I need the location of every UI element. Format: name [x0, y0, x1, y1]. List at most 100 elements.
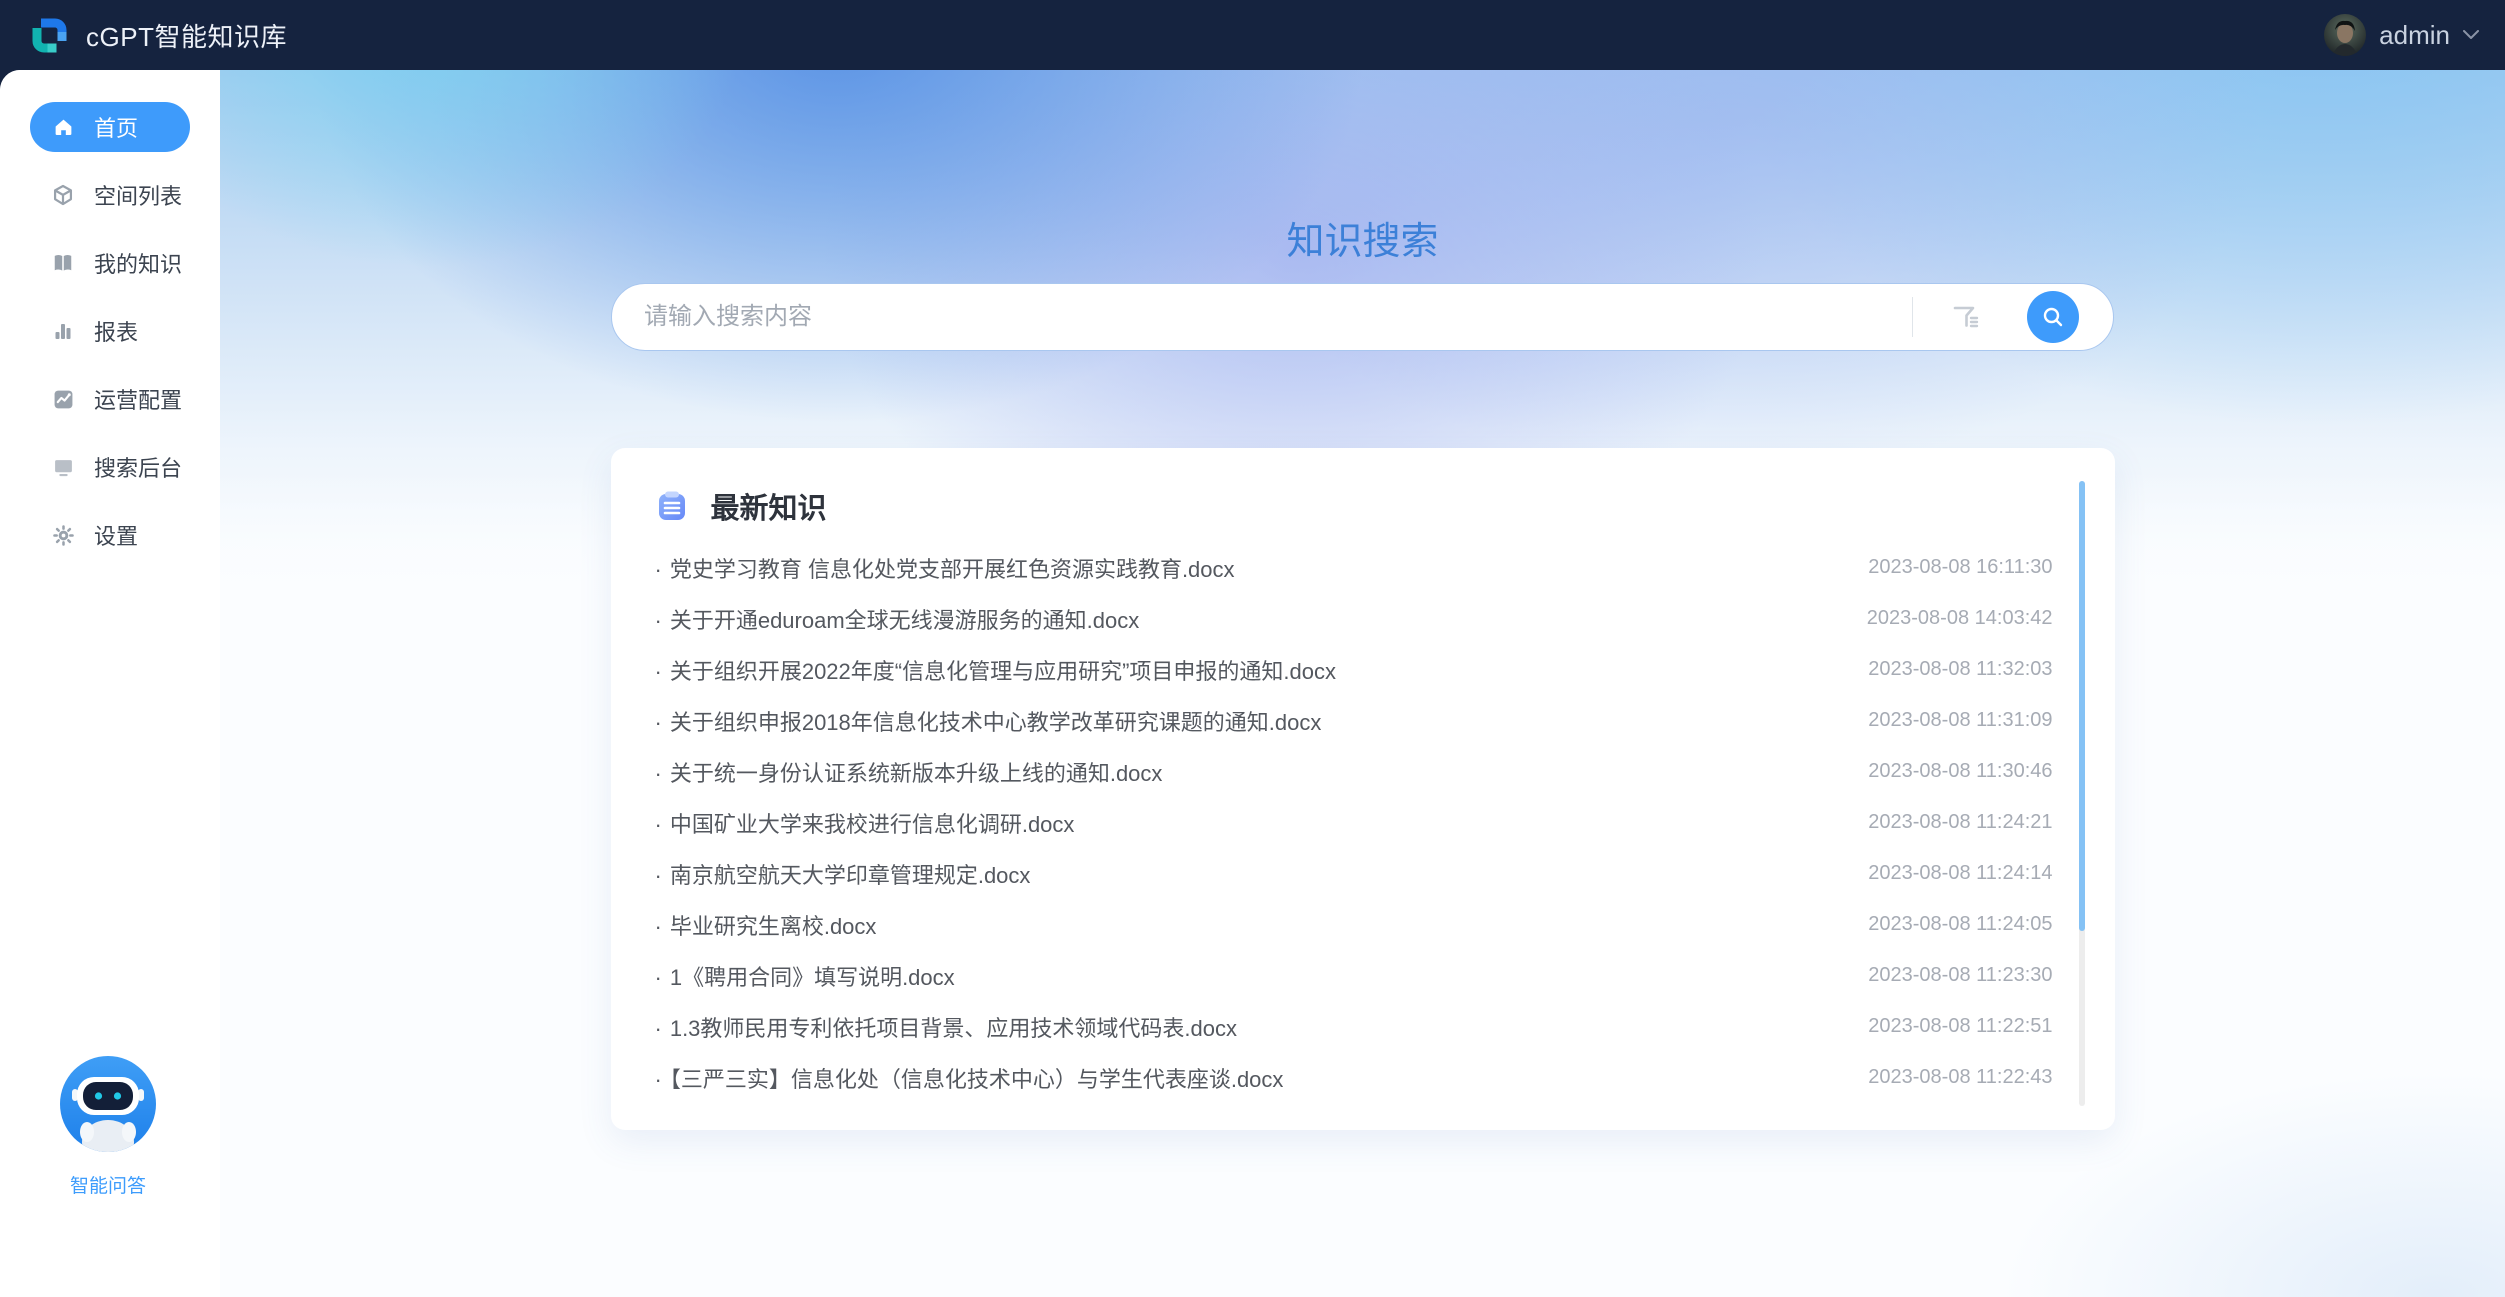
document-name: 党史学习教育 信息化处党支部开展红色资源实践教育.docx [670, 557, 1235, 582]
document-link[interactable]: ·关于组织申报2018年信息化技术中心教学改革研究课题的通知.docx [655, 705, 1322, 737]
list-item[interactable]: · 中国矿业大学来我校进行信息化调研.docx 2023-08-08 11:24:… [655, 797, 2059, 848]
document-link[interactable]: · 关于统一身份认证系统新版本升级上线的通知.docx [655, 756, 1163, 788]
list-item[interactable]: · 关于统一身份认证系统新版本升级上线的通知.docx 2023-08-08 11… [655, 746, 2059, 797]
list-bullet: · [655, 659, 662, 684]
document-name: 关于组织开展2022年度“信息化管理与应用研究”项目申报的通知.docx [670, 659, 1336, 684]
app-body: 首页 空间列表 我的知识 [0, 70, 2505, 1297]
gear-icon [52, 524, 74, 546]
list-bullet: · [655, 557, 662, 582]
filter-icon [1951, 304, 1981, 330]
document-name: 毕业研究生离校.docx [670, 914, 877, 939]
robot-icon [60, 1056, 156, 1152]
top-bar: cGPT智能知识库 admin [0, 0, 2505, 70]
search-button[interactable] [2027, 291, 2079, 343]
list-bullet: · [655, 1016, 662, 1041]
document-timestamp: 2023-08-08 11:31:09 [1868, 709, 2052, 732]
sidebar-item-label: 运营配置 [94, 383, 182, 415]
sidebar-item-label: 我的知识 [94, 247, 182, 279]
document-timestamp: 2023-08-08 11:24:21 [1868, 811, 2052, 834]
document-name: 中国矿业大学来我校进行信息化调研.docx [670, 812, 1075, 837]
search-divider [1912, 297, 1913, 337]
brand: cGPT智能知识库 [28, 14, 287, 56]
sidebar-item-home[interactable]: 首页 [30, 102, 190, 152]
list-bullet: · [655, 608, 662, 633]
main-content: 知识搜索 [220, 70, 2505, 1297]
latest-knowledge-card: 最新知识 · 党史学习教育 信息化处党支部开展红色资源实践教育.docx 2023… [611, 448, 2115, 1130]
list-bullet: · [655, 863, 662, 888]
document-timestamp: 2023-08-08 11:24:14 [1868, 862, 2052, 885]
sidebar-item-my-knowledge[interactable]: 我的知识 [30, 238, 190, 288]
bar-chart-icon [52, 320, 74, 342]
list-bullet: · [655, 965, 662, 990]
list-item[interactable]: ·毕业研究生离校.docx 2023-08-08 11:24:05 [655, 899, 2059, 950]
document-timestamp: 2023-08-08 16:11:30 [1868, 556, 2052, 579]
sidebar-item-label: 设置 [94, 519, 138, 551]
monitor-icon [52, 456, 74, 478]
document-name: 1《聘用合同》填写说明.docx [670, 965, 955, 990]
line-chart-icon [52, 388, 74, 410]
chevron-down-icon[interactable] [2463, 30, 2479, 40]
card-header: 最新知识 [655, 488, 2059, 524]
list-item[interactable]: · 南京航空航天大学印章管理规定.docx 2023-08-08 11:24:14 [655, 848, 2059, 899]
list-item[interactable]: ·【三严三实】信息化处（信息化技术中心）与学生代表座谈.docx 2023-08… [655, 1052, 2059, 1103]
home-icon [52, 116, 74, 138]
document-timestamp: 2023-08-08 11:22:43 [1868, 1066, 2052, 1089]
list-item[interactable]: · 关于组织开展2022年度“信息化管理与应用研究”项目申报的通知.docx 20… [655, 644, 2059, 695]
knowledge-list: · 党史学习教育 信息化处党支部开展红色资源实践教育.docx 2023-08-0… [655, 542, 2059, 1103]
filter-button[interactable] [1951, 304, 1981, 330]
document-timestamp: 2023-08-08 11:23:30 [1868, 964, 2052, 987]
document-link[interactable]: ·毕业研究生离校.docx [655, 909, 877, 941]
list-item[interactable]: ·关于组织申报2018年信息化技术中心教学改革研究课题的通知.docx 2023… [655, 695, 2059, 746]
sidebar-item-reports[interactable]: 报表 [30, 306, 190, 356]
document-name: 关于组织申报2018年信息化技术中心教学改革研究课题的通知.docx [670, 710, 1322, 735]
app-logo-icon [28, 14, 70, 56]
search-bar [611, 283, 2114, 351]
ai-chat-label: 智能问答 [60, 1171, 156, 1198]
list-item[interactable]: · 党史学习教育 信息化处党支部开展红色资源实践教育.docx 2023-08-0… [655, 542, 2059, 593]
clipboard-icon [655, 489, 689, 523]
document-link[interactable]: · 1.3教师民用专利依托项目背景、应用技术领域代码表.docx [655, 1011, 1238, 1043]
document-timestamp: 2023-08-08 11:32:03 [1868, 658, 2052, 681]
document-link[interactable]: · 党史学习教育 信息化处党支部开展红色资源实践教育.docx [655, 552, 1235, 584]
document-name: 关于开通eduroam全球无线漫游服务的通知.docx [670, 608, 1139, 633]
sidebar-item-label: 搜索后台 [94, 451, 182, 483]
document-link[interactable]: · 1《聘用合同》填写说明.docx [655, 960, 955, 992]
list-item[interactable]: · 关于开通eduroam全球无线漫游服务的通知.docx 2023-08-08 … [655, 593, 2059, 644]
sidebar-item-operations[interactable]: 运营配置 [30, 374, 190, 424]
avatar[interactable] [2324, 14, 2366, 56]
sidebar-item-settings[interactable]: 设置 [30, 510, 190, 560]
document-link[interactable]: · 关于组织开展2022年度“信息化管理与应用研究”项目申报的通知.docx [655, 654, 1337, 686]
document-name: 南京航空航天大学印章管理规定.docx [670, 863, 1031, 888]
list-bullet: · [655, 812, 662, 837]
document-link[interactable]: · 关于开通eduroam全球无线漫游服务的通知.docx [655, 603, 1140, 635]
document-timestamp: 2023-08-08 11:24:05 [1868, 913, 2052, 936]
document-name: 1.3教师民用专利依托项目背景、应用技术领域代码表.docx [670, 1016, 1237, 1041]
document-link[interactable]: · 中国矿业大学来我校进行信息化调研.docx [655, 807, 1075, 839]
page-title: 知识搜索 [220, 70, 2505, 265]
user-name[interactable]: admin [2379, 20, 2450, 51]
search-icon [2040, 304, 2066, 330]
sidebar-item-spaces[interactable]: 空间列表 [30, 170, 190, 220]
book-icon [52, 252, 74, 274]
sidebar-item-label: 报表 [94, 315, 138, 347]
search-input[interactable] [644, 303, 1902, 331]
document-timestamp: 2023-08-08 11:22:51 [1868, 1015, 2052, 1038]
list-item[interactable]: · 1《聘用合同》填写说明.docx 2023-08-08 11:23:30 [655, 950, 2059, 1001]
scrollbar-thumb[interactable] [2079, 481, 2085, 931]
document-link[interactable]: ·【三严三实】信息化处（信息化技术中心）与学生代表座谈.docx [655, 1062, 1284, 1094]
ai-chat-fab[interactable]: 智能问答 [60, 1056, 156, 1198]
sidebar-item-search-admin[interactable]: 搜索后台 [30, 442, 190, 492]
document-timestamp: 2023-08-08 14:03:42 [1867, 607, 2053, 630]
card-title: 最新知识 [711, 485, 827, 527]
user-menu[interactable]: admin [2324, 14, 2479, 56]
app-title: cGPT智能知识库 [86, 17, 287, 54]
cube-icon [52, 184, 74, 206]
sidebar-item-label: 首页 [94, 111, 138, 143]
app-window: cGPT智能知识库 admin [0, 0, 2505, 1297]
document-link[interactable]: · 南京航空航天大学印章管理规定.docx [655, 858, 1031, 890]
document-name: 【三严三实】信息化处（信息化技术中心）与学生代表座谈.docx [670, 1067, 1284, 1092]
document-name: 关于统一身份认证系统新版本升级上线的通知.docx [670, 761, 1163, 786]
list-item[interactable]: · 1.3教师民用专利依托项目背景、应用技术领域代码表.docx 2023-08-… [655, 1001, 2059, 1052]
document-timestamp: 2023-08-08 11:30:46 [1868, 760, 2052, 783]
list-bullet: · [655, 761, 662, 786]
